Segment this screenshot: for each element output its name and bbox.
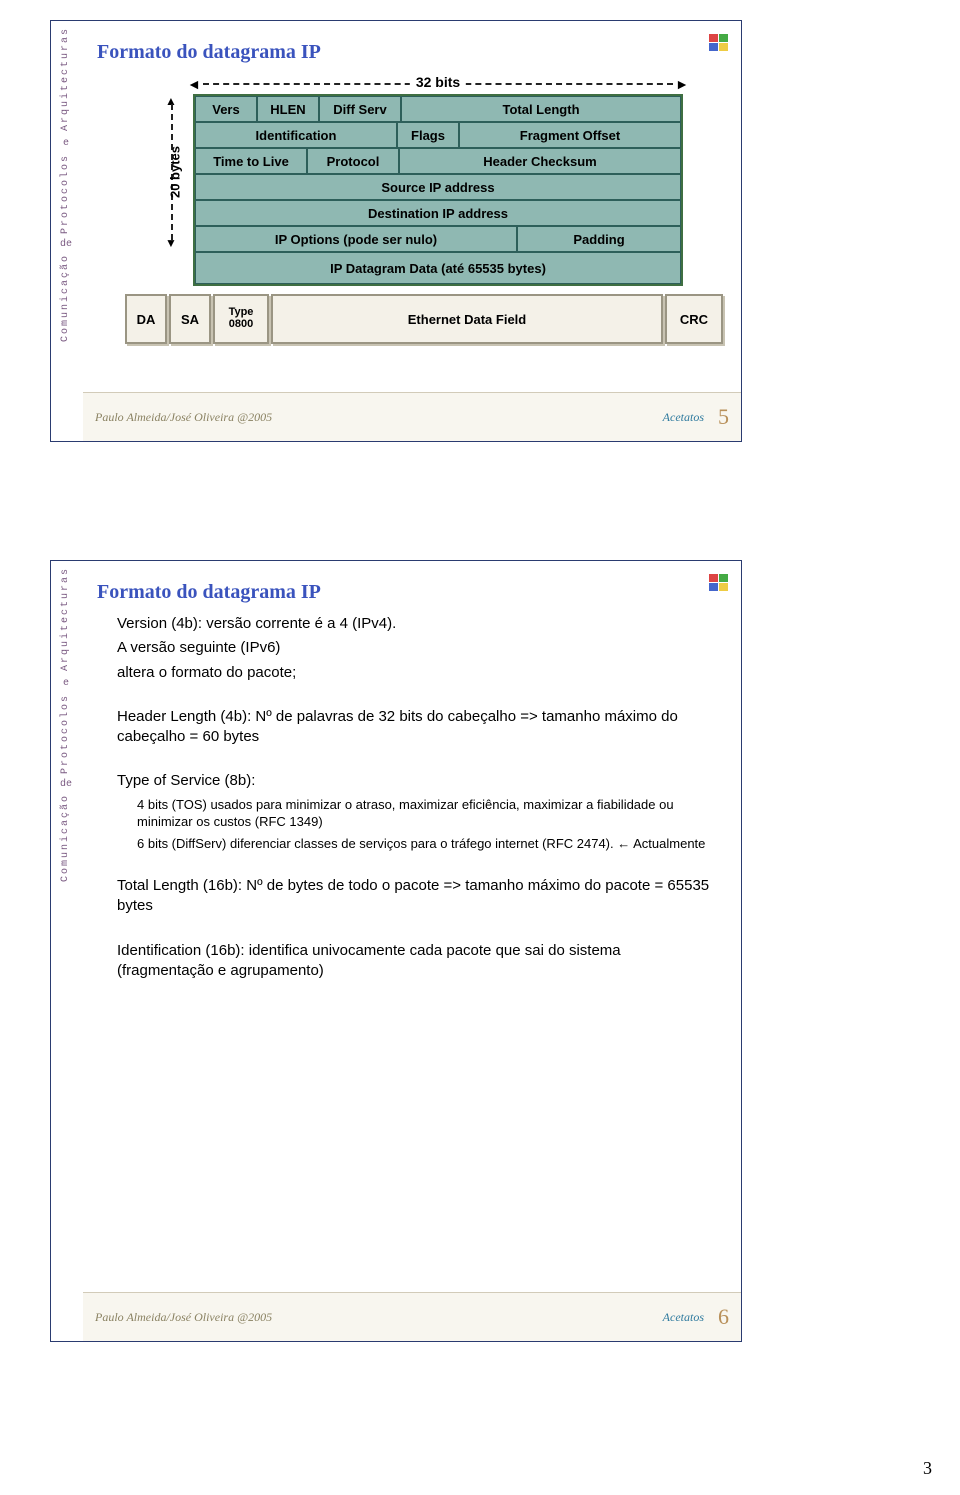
slide-sidebar: Arquitecturas e Protocolos de Comunicaçã… (51, 21, 81, 441)
ip-field-src-ip: Source IP address (195, 174, 681, 200)
ip-field-protocol: Protocol (307, 148, 399, 174)
slide-6: Arquitecturas e Protocolos de Comunicaçã… (50, 560, 742, 1342)
slide-sidebar: Arquitecturas e Protocolos de Comunicaçã… (51, 561, 81, 1341)
footer-page: 6 (718, 1304, 729, 1330)
ip-field-total-length: Total Length (401, 96, 681, 122)
eth-sa: SA (169, 294, 211, 344)
slide-5: Arquitecturas e Protocolos de Comunicaçã… (50, 20, 742, 442)
ip-field-vers: Vers (195, 96, 257, 122)
sidebar-line: de (60, 240, 72, 251)
ip-field-identification: Identification (195, 122, 397, 148)
eth-type-value: 0800 (229, 319, 253, 331)
ip-field-ttl: Time to Live (195, 148, 307, 174)
sidebar-line: de (60, 780, 72, 791)
sidebar-line: Arquitecturas (61, 27, 72, 131)
page-number: 3 (923, 1458, 932, 1479)
sidebar-line: Protocolos (61, 694, 72, 774)
arrow-left-icon: ◄ (187, 76, 201, 92)
sidebar-line: Comunicação (61, 254, 72, 342)
ip-field-hlen: HLEN (257, 96, 319, 122)
ip-field-fragment-offset: Fragment Offset (459, 122, 681, 148)
slide-footer: Paulo Almeida/José Oliveira @2005 Acetat… (83, 392, 741, 441)
ip-field-diffserv: Diff Serv (319, 96, 401, 122)
eth-type: Type 0800 (213, 294, 269, 344)
ip-field-checksum: Header Checksum (399, 148, 681, 174)
ip-field-flags: Flags (397, 122, 459, 148)
body-tos-a: 4 bits (TOS) usados para minimizar o atr… (117, 796, 721, 831)
ip-field-data: IP Datagram Data (até 65535 bytes) (195, 252, 681, 284)
ethernet-frame: DA SA Type 0800 Ethernet Data Field CRC (125, 294, 725, 344)
footer-author: Paulo Almeida/José Oliveira @2005 (95, 410, 272, 425)
eth-da: DA (125, 294, 167, 344)
ip-header-diagram: ◄ 32 bits ► ▲ 20 bytes ▼ Vers HLEN Diff … (123, 76, 683, 286)
sidebar-sep: e (63, 679, 69, 690)
footer-acetatos: Acetatos (663, 410, 704, 425)
sidebar-line: Protocolos (61, 154, 72, 234)
eth-crc: CRC (665, 294, 723, 344)
slide-footer: Paulo Almeida/José Oliveira @2005 Acetat… (83, 1292, 741, 1341)
body-tlen: Total Length (16b): Nº de bytes de todo … (117, 876, 721, 917)
body-hlen: Header Length (4b): Nº de palavras de 32… (117, 707, 721, 748)
sidebar-line: Arquitecturas (61, 567, 72, 671)
bytes-label: 20 bytes (168, 146, 183, 198)
bits-label: 32 bits (410, 74, 466, 90)
footer-author: Paulo Almeida/José Oliveira @2005 (95, 1310, 272, 1325)
ip-field-dst-ip: Destination IP address (195, 200, 681, 226)
arrow-right-icon: ► (675, 76, 689, 92)
slide-title: Formato do datagrama IP (83, 561, 741, 610)
ip-field-options: IP Options (pode ser nulo) (195, 226, 517, 252)
body-version2: A versão seguinte (IPv6) (117, 638, 721, 658)
footer-page: 5 (718, 404, 729, 430)
slide-title: Formato do datagrama IP (83, 21, 741, 70)
eth-data: Ethernet Data Field (271, 294, 663, 344)
body-version: Version (4b): versão corrente é a 4 (IPv… (117, 614, 721, 634)
body-tos-b: 6 bits (DiffServ) diferenciar classes de… (117, 835, 721, 853)
ip-field-padding: Padding (517, 226, 681, 252)
sidebar-sep: e (63, 139, 69, 150)
arrow-down-icon: ▼ (165, 236, 177, 250)
sidebar-line: Comunicação (61, 794, 72, 882)
footer-acetatos: Acetatos (663, 1310, 704, 1325)
body-ident: Identification (16b): identifica univoca… (117, 941, 721, 982)
body-version3: altera o formato do pacote; (117, 663, 721, 683)
body-tos: Type of Service (8b): (117, 771, 721, 791)
